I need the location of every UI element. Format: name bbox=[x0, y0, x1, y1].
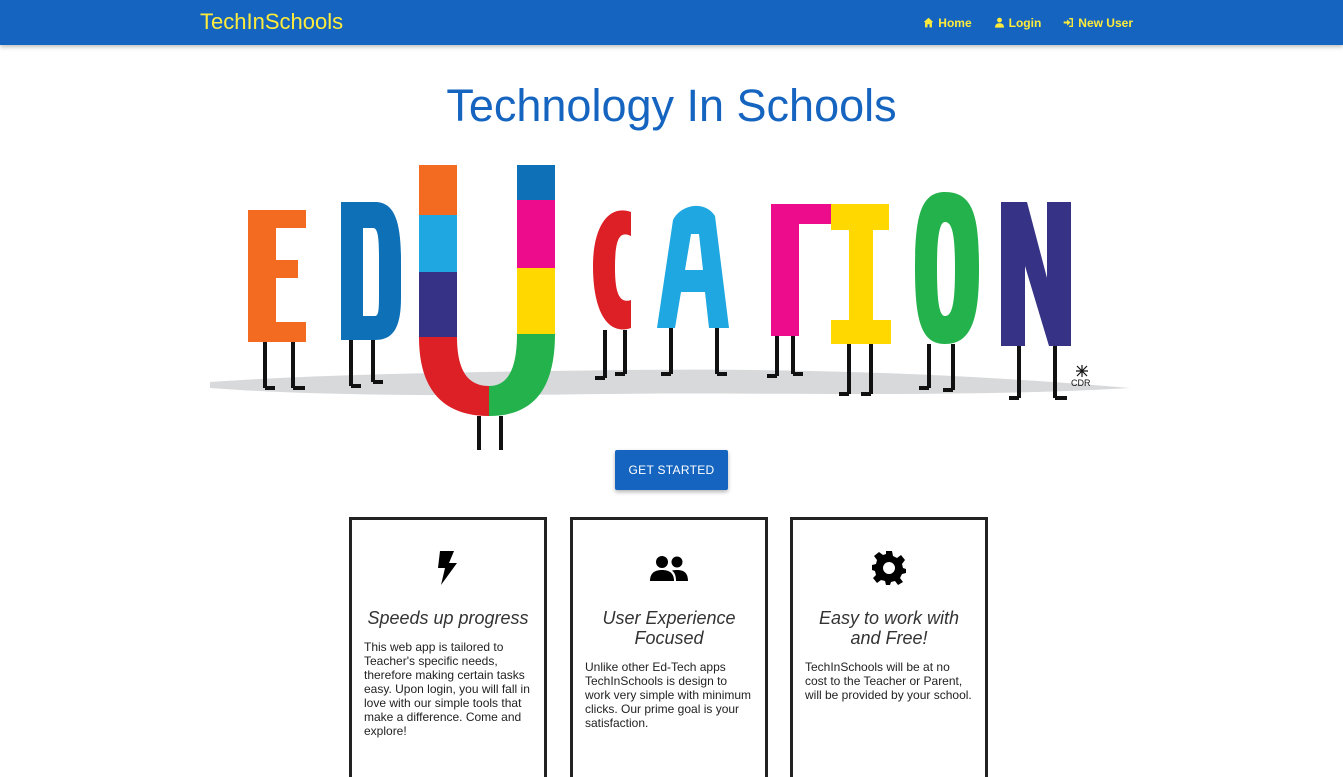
letter-u bbox=[419, 165, 555, 450]
lightning-bolt-icon bbox=[352, 548, 544, 588]
feature-card-title: Speeds up progress bbox=[367, 608, 529, 628]
top-navbar: TechInSchools Home Login New User bbox=[0, 0, 1343, 45]
letter-i bbox=[831, 204, 891, 396]
letter-o bbox=[915, 192, 979, 392]
people-icon bbox=[573, 548, 765, 588]
feature-card-title: User Experience Focused bbox=[602, 608, 736, 648]
page-title: Technology In Schools bbox=[446, 80, 897, 131]
sign-in-icon bbox=[1063, 18, 1074, 27]
user-icon bbox=[994, 17, 1004, 28]
feature-card-text: TechInSchools will be at no cost to the … bbox=[805, 660, 972, 702]
get-started-button[interactable]: GET STARTED bbox=[615, 450, 728, 490]
star-icon bbox=[1076, 365, 1088, 377]
feature-card-text: This web app is tailored to Teacher's sp… bbox=[364, 640, 530, 738]
feature-card-free: Easy to work with and Free! TechInSchool… bbox=[790, 517, 988, 777]
home-icon bbox=[923, 17, 934, 28]
letter-c bbox=[593, 210, 631, 380]
gear-icon bbox=[793, 548, 985, 588]
nav-link-login[interactable]: Login bbox=[994, 15, 1042, 30]
nav-links: Home Login New User bbox=[923, 0, 1133, 45]
feature-card-ux: User Experience Focused Unlike other Ed-… bbox=[570, 517, 768, 777]
artist-signature: CDR bbox=[1071, 378, 1091, 388]
letter-n bbox=[1001, 202, 1071, 400]
feature-card-title: Easy to work with and Free! bbox=[818, 608, 960, 648]
letter-e bbox=[248, 210, 306, 390]
nav-link-new-user[interactable]: New User bbox=[1063, 16, 1133, 30]
nav-link-login-label: Login bbox=[1008, 15, 1042, 30]
feature-card-text: Unlike other Ed-Tech apps TechInSchools … bbox=[585, 660, 752, 730]
nav-link-new-user-label: New User bbox=[1078, 15, 1133, 30]
education-hero-illustration: CDR bbox=[210, 165, 1130, 450]
letter-d bbox=[341, 202, 401, 388]
brand-logo-link[interactable]: TechInSchools bbox=[200, 7, 343, 37]
feature-card-speed: Speeds up progress This web app is tailo… bbox=[349, 517, 547, 777]
letter-a bbox=[657, 205, 729, 376]
nav-link-home[interactable]: Home bbox=[923, 15, 972, 30]
nav-link-home-label: Home bbox=[938, 15, 972, 30]
